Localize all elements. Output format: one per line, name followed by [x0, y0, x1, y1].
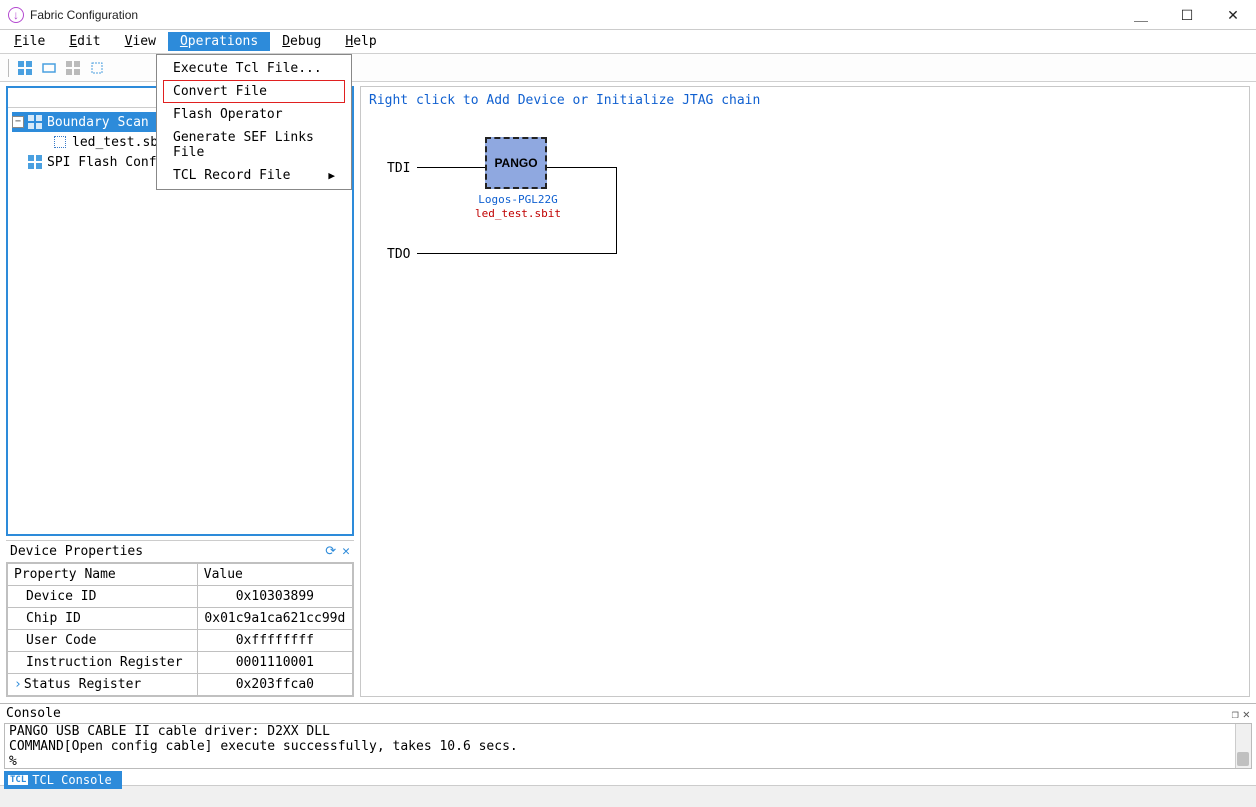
menu-help[interactable]: Help [333, 32, 388, 51]
window-controls: ＿ ☐ ✕ [1118, 0, 1256, 30]
chain-hint: Right click to Add Device or Initialize … [369, 93, 760, 108]
maximize-button[interactable]: ☐ [1164, 0, 1210, 30]
tree-label: led_test.sb [72, 135, 158, 150]
operations-dropdown: Execute Tcl File... Convert File Flash O… [156, 54, 352, 190]
refresh-icon[interactable]: ⟳ [325, 544, 336, 559]
menubar: File Edit View Operations Debug Help [0, 30, 1256, 54]
table-row[interactable]: User Code0xffffffff [8, 630, 353, 652]
tab-label: TCL Console [32, 773, 111, 787]
toolbar-icon-2[interactable] [39, 58, 59, 78]
device-file-label: led_test.sbit [473, 207, 563, 220]
toolbar-separator [8, 59, 9, 77]
menu-debug[interactable]: Debug [270, 32, 333, 51]
console-body[interactable]: PANGO USB CABLE II cable driver: D2XX DL… [4, 723, 1252, 769]
toolbar-icon-4[interactable] [87, 58, 107, 78]
tcl-console-tab[interactable]: TCL TCL Console [4, 771, 122, 789]
device-properties-table: Property Name Value Device ID0x10303899 … [6, 562, 354, 697]
console-title: Console [6, 706, 61, 721]
console-panel: Console ❐ ✕ PANGO USB CABLE II cable dri… [0, 703, 1256, 785]
table-row[interactable]: Chip ID0x01c9a1ca621cc99d [8, 608, 353, 630]
menu-operations[interactable]: Operations [168, 32, 270, 51]
expand-arrow-icon[interactable]: › [14, 677, 22, 692]
device-chip[interactable]: PANGO [485, 137, 547, 189]
wire [417, 253, 617, 254]
device-properties-panel: Device Properties ⟳ ✕ Property Name Valu… [6, 540, 354, 697]
tree-label: Boundary Scan [47, 115, 149, 130]
console-header: Console ❐ ✕ [0, 704, 1256, 723]
table-row[interactable]: Device ID0x10303899 [8, 586, 353, 608]
jtag-chain-pane[interactable]: Right click to Add Device or Initialize … [360, 86, 1250, 697]
wire [616, 167, 617, 253]
spi-flash-icon [27, 154, 43, 170]
col-property-name: Property Name [8, 564, 198, 586]
console-scrollbar[interactable] [1235, 724, 1251, 768]
menu-view[interactable]: View [113, 32, 168, 51]
tcl-icon: TCL [8, 775, 28, 785]
console-line: COMMAND[Open config cable] execute succe… [9, 739, 1247, 754]
scroll-thumb[interactable] [1237, 752, 1249, 766]
menu-flash-operator[interactable]: Flash Operator [157, 103, 351, 126]
tree-label: SPI Flash Confi [47, 155, 164, 170]
close-panel-icon[interactable]: ✕ [342, 544, 350, 559]
console-close-icon[interactable]: ✕ [1243, 707, 1250, 721]
device-properties-title: Device Properties [10, 544, 143, 559]
toolbar-icon-1[interactable] [15, 58, 35, 78]
table-row[interactable]: Instruction Register0001110001 [8, 652, 353, 674]
minimize-button[interactable]: ＿ [1118, 0, 1164, 30]
tree-expander-icon[interactable]: − [12, 116, 24, 128]
console-popout-icon[interactable]: ❐ [1232, 707, 1239, 721]
app-icon: ↓ [8, 7, 24, 23]
device-properties-header: Device Properties ⟳ ✕ [6, 541, 354, 562]
menu-file[interactable]: File [2, 32, 57, 51]
submenu-arrow-icon: ▶ [328, 169, 335, 182]
device-name-label: Logos-PGL22G [473, 193, 563, 206]
tdo-label: TDO [387, 247, 410, 262]
status-bar [0, 785, 1256, 807]
toolbar-icon-3[interactable] [63, 58, 83, 78]
chip-icon [52, 134, 68, 150]
console-line: % [9, 754, 1247, 769]
console-line: PANGO USB CABLE II cable driver: D2XX DL… [9, 724, 1247, 739]
boundary-scan-icon [27, 114, 43, 130]
menu-tcl-record[interactable]: TCL Record File▶ [157, 164, 351, 187]
close-button[interactable]: ✕ [1210, 0, 1256, 30]
menu-edit[interactable]: Edit [57, 32, 112, 51]
window-title: Fabric Configuration [30, 8, 138, 22]
menu-generate-sef[interactable]: Generate SEF Links File [157, 126, 351, 164]
col-value: Value [197, 564, 352, 586]
table-row[interactable]: ›Status Register0x203ffca0 [8, 674, 353, 696]
menu-execute-tcl[interactable]: Execute Tcl File... [157, 57, 351, 80]
menu-convert-file[interactable]: Convert File [163, 80, 345, 103]
titlebar: ↓ Fabric Configuration ＿ ☐ ✕ [0, 0, 1256, 30]
table-header-row: Property Name Value [8, 564, 353, 586]
tdi-label: TDI [387, 161, 410, 176]
